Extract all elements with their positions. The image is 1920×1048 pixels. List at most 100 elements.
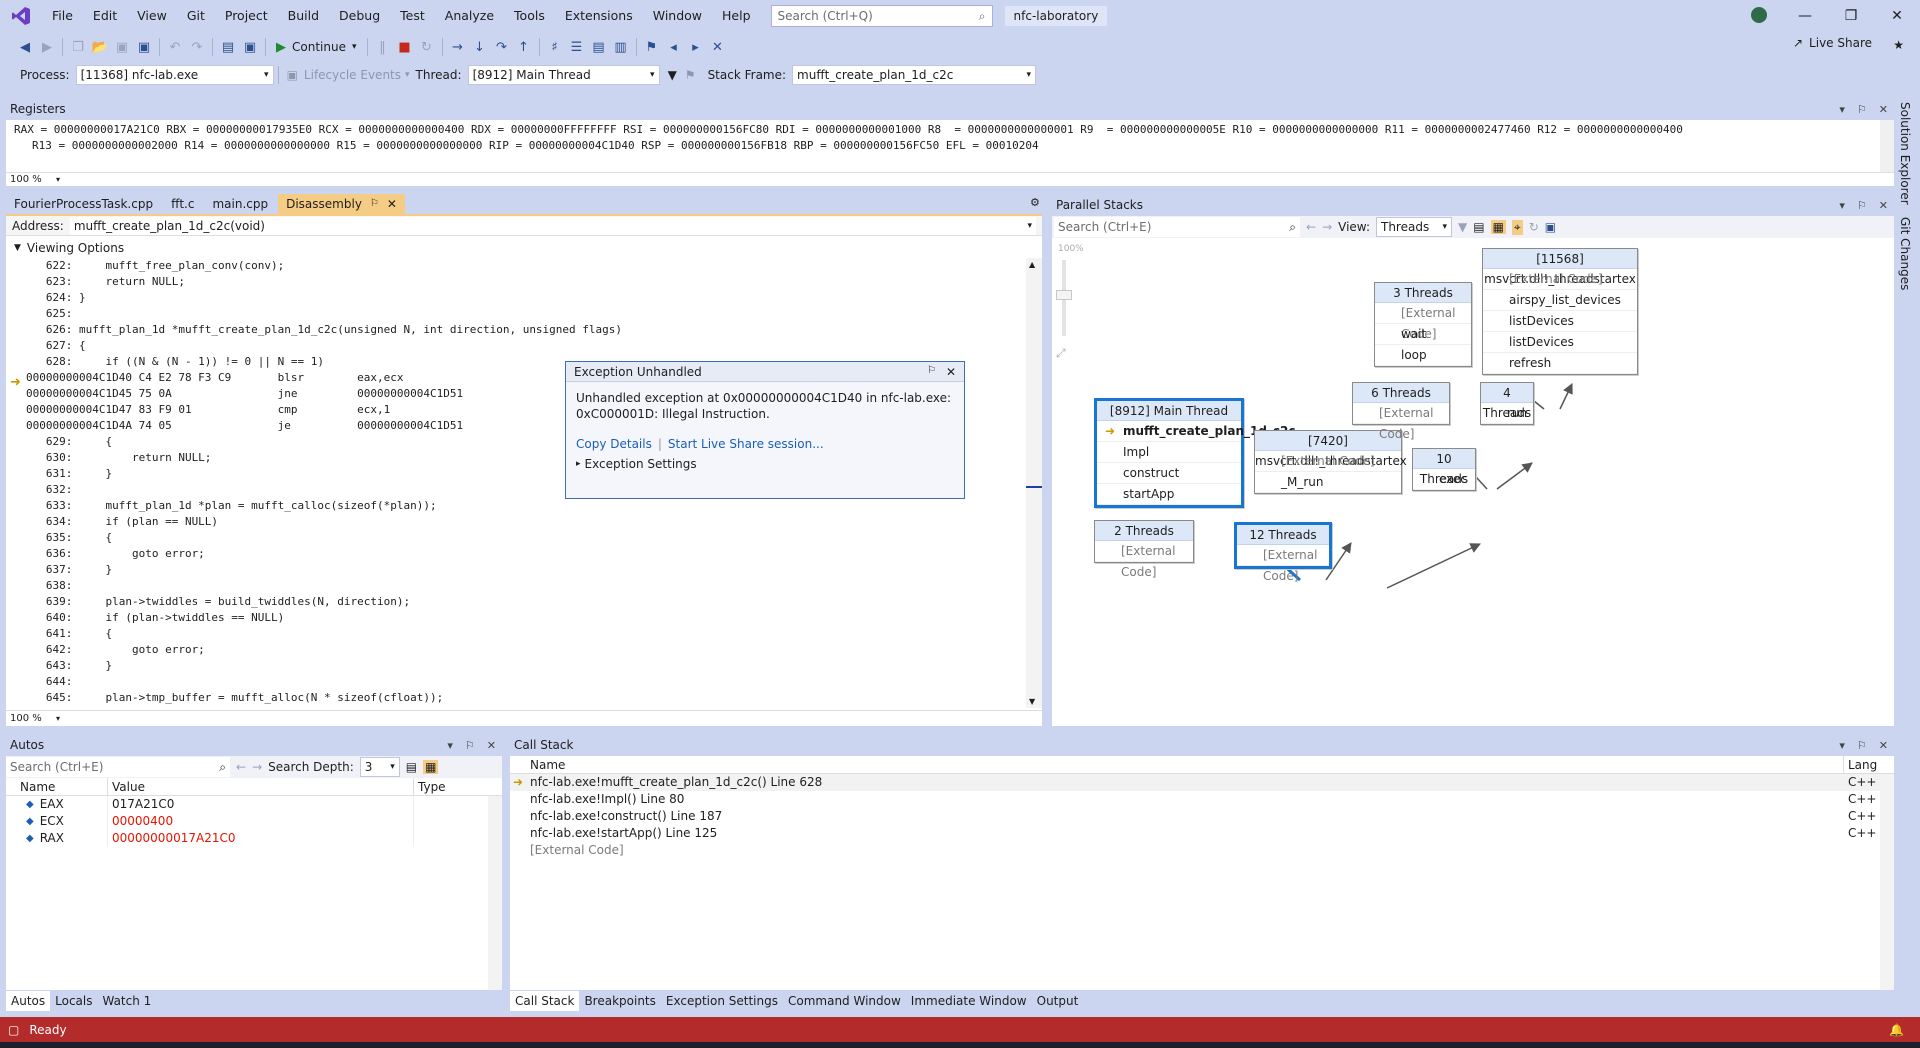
screenshot-icon[interactable]: ▣ <box>239 36 261 58</box>
source-line[interactable]: 639: plan->twiddles = build_twiddles(N, … <box>6 594 1024 610</box>
stack-node-header[interactable]: 12 Threads <box>1237 525 1329 545</box>
pause-icon[interactable]: ‖ <box>372 36 394 58</box>
restart-icon[interactable]: ↻ <box>416 36 438 58</box>
autos-row-value[interactable]: 00000000017A21C0 <box>108 830 414 847</box>
uncomment-icon[interactable]: ▥ <box>610 36 632 58</box>
bookmark-icon[interactable]: ⚑ <box>641 36 663 58</box>
forward-icon[interactable]: → <box>252 760 262 774</box>
account-avatar[interactable] <box>1736 6 1782 26</box>
viewing-options-toggle[interactable]: ▼ Viewing Options <box>6 240 1042 256</box>
scroll-up-icon[interactable]: ▲ <box>1029 260 1035 269</box>
source-line[interactable]: 623: return NULL; <box>6 274 1024 290</box>
close-icon[interactable]: ✕ <box>946 365 956 379</box>
source-line[interactable]: 640: if (plan->twiddles == NULL) <box>6 610 1024 626</box>
stack-frame-row[interactable]: listDevices <box>1483 311 1637 332</box>
stack-frame-row[interactable]: wait <box>1375 324 1471 345</box>
stack-node-header[interactable]: 3 Threads <box>1375 283 1471 303</box>
source-line[interactable]: 637: } <box>6 562 1024 578</box>
next-bookmark-icon[interactable]: ▸ <box>685 36 707 58</box>
step-out-icon[interactable]: ↑ <box>513 36 535 58</box>
threads-icon[interactable]: ☰ <box>566 36 588 58</box>
source-line[interactable]: 635: { <box>6 530 1024 546</box>
close-tab-icon[interactable]: ✕ <box>387 194 397 214</box>
show-next-statement-icon[interactable]: → <box>447 36 469 58</box>
redo-icon[interactable]: ↷ <box>186 36 208 58</box>
zoom-select[interactable]: 100 % ▾ <box>6 173 64 186</box>
search-input[interactable]: Search (Ctrl+Q) ⌕ <box>770 5 993 27</box>
column-header-type[interactable]: Type <box>414 778 502 795</box>
filter-icon[interactable]: ▼ <box>668 68 677 82</box>
stack-node-t2[interactable]: 2 Threads [External Code] <box>1094 520 1194 579</box>
stack-node-header[interactable]: [11568] msvcrt.dll!_threadstartex <box>1483 249 1637 286</box>
source-line[interactable]: 642: goto error; <box>6 642 1024 658</box>
pin-icon[interactable]: ⚐ <box>927 365 936 379</box>
source-line[interactable]: 644: <box>6 674 1024 690</box>
stop-icon[interactable]: ■ <box>394 36 416 58</box>
settings-gear-icon[interactable]: ⚙ <box>1030 196 1040 209</box>
menu-tools[interactable]: Tools <box>504 0 555 32</box>
call-stack-row[interactable]: nfc-lab.exe!Impl() Line 80 C++ <box>510 791 1894 808</box>
stack-node-main[interactable]: [8912] Main Thread mufft_create_plan_1d_c… <box>1094 398 1296 508</box>
dropdown-icon[interactable]: ▾ <box>1839 103 1845 116</box>
column-header-value[interactable]: Value <box>108 778 414 795</box>
prev-bookmark-icon[interactable]: ◂ <box>663 36 685 58</box>
source-line[interactable]: 641: { <box>6 626 1024 642</box>
column-header-lang[interactable]: Lang <box>1844 756 1894 773</box>
stack-frame-row[interactable]: [External Code] <box>1483 269 1637 290</box>
source-line[interactable]: 627: { <box>6 338 1024 354</box>
toggle-method-view-icon[interactable]: ▦ <box>1490 220 1506 234</box>
exception-settings-toggle[interactable]: ▸ Exception Settings <box>576 456 954 472</box>
source-line[interactable]: 636: goto error; <box>6 546 1024 562</box>
undo-icon[interactable]: ↶ <box>164 36 186 58</box>
stack-node-t10[interactable]: 10 Threads exec <box>1412 448 1476 491</box>
forward-icon[interactable]: → <box>1322 220 1332 234</box>
pin-icon[interactable]: ⚐ <box>1857 199 1867 212</box>
stack-node-header[interactable]: 4 Threads <box>1481 383 1533 420</box>
menu-git[interactable]: Git <box>177 0 215 32</box>
stack-frame-row[interactable]: mufft_create_plan_1d_c2c ➜ <box>1097 421 1296 442</box>
hex-display-icon[interactable]: ♯ <box>544 36 566 58</box>
vertical-scrollbar[interactable] <box>1880 774 1894 990</box>
feedback-icon[interactable]: ★ <box>1893 38 1904 52</box>
stack-node-t12[interactable]: 12 Threads [External Code] <box>1234 522 1332 583</box>
open-folder-icon[interactable]: ▤ <box>217 36 239 58</box>
save-all-icon[interactable]: ▣ <box>133 36 155 58</box>
start-live-share-link[interactable]: Start Live Share session... <box>668 436 824 452</box>
chevron-down-icon[interactable]: ▾ <box>405 70 410 80</box>
vertical-scrollbar[interactable] <box>488 796 502 990</box>
stack-frame-row[interactable]: construct <box>1097 463 1241 484</box>
step-over-icon[interactable]: ↷ <box>491 36 513 58</box>
tab-main[interactable]: main.cpp <box>204 194 277 214</box>
stack-frame-row[interactable]: [External Code] <box>1375 303 1471 341</box>
copy-details-link[interactable]: Copy Details <box>576 436 652 452</box>
open-icon[interactable]: 📂 <box>89 36 111 58</box>
restore-button[interactable]: ❐ <box>1828 8 1874 24</box>
stack-frame-row[interactable]: run <box>1481 403 1533 424</box>
filter-icon[interactable]: ▤ <box>406 760 417 774</box>
flag-icon[interactable]: ⚑ <box>685 68 696 82</box>
autos-search[interactable]: Search (Ctrl+E) ⌕ <box>6 757 230 777</box>
parallel-stacks-search[interactable]: Search (Ctrl+E) ⌕ <box>1054 217 1300 237</box>
pin-icon[interactable]: ⚐ <box>465 739 475 752</box>
parallel-stacks-canvas[interactable]: 100% ⤢ [8912] Main Thread mufft_create_pl… <box>1052 238 1894 726</box>
git-changes-tab[interactable]: Git Changes <box>1898 217 1912 290</box>
menu-view[interactable]: View <box>127 0 177 32</box>
tab-disassembly[interactable]: Disassembly ⚐ ✕ <box>278 194 405 214</box>
new-item-icon[interactable]: ❐ <box>67 36 89 58</box>
menu-debug[interactable]: Debug <box>329 0 390 32</box>
tab-command-window[interactable]: Command Window <box>783 991 906 1011</box>
filter-icon[interactable]: ▼ <box>1458 220 1467 234</box>
search-depth-select[interactable]: 3 ▾ <box>359 757 400 777</box>
source-line[interactable]: 626: mufft_plan_1d *mufft_create_plan_1d… <box>6 322 1024 338</box>
menu-analyze[interactable]: Analyze <box>435 0 504 32</box>
tab-locals[interactable]: Locals <box>50 991 97 1011</box>
tab-immediate-window[interactable]: Immediate Window <box>906 991 1032 1011</box>
pin-icon[interactable]: ⚐ <box>1857 103 1867 116</box>
dropdown-icon[interactable]: ▾ <box>1839 199 1845 212</box>
menu-file[interactable]: File <box>42 0 83 32</box>
solution-explorer-tab[interactable]: Solution Explorer <box>1898 102 1912 205</box>
tab-call-stack[interactable]: Call Stack <box>510 991 580 1011</box>
stack-frame-row[interactable]: airspy_list_devices <box>1483 290 1637 311</box>
zoom-select[interactable]: 100 % ▾ <box>6 711 64 726</box>
close-icon[interactable]: ✕ <box>487 739 496 752</box>
